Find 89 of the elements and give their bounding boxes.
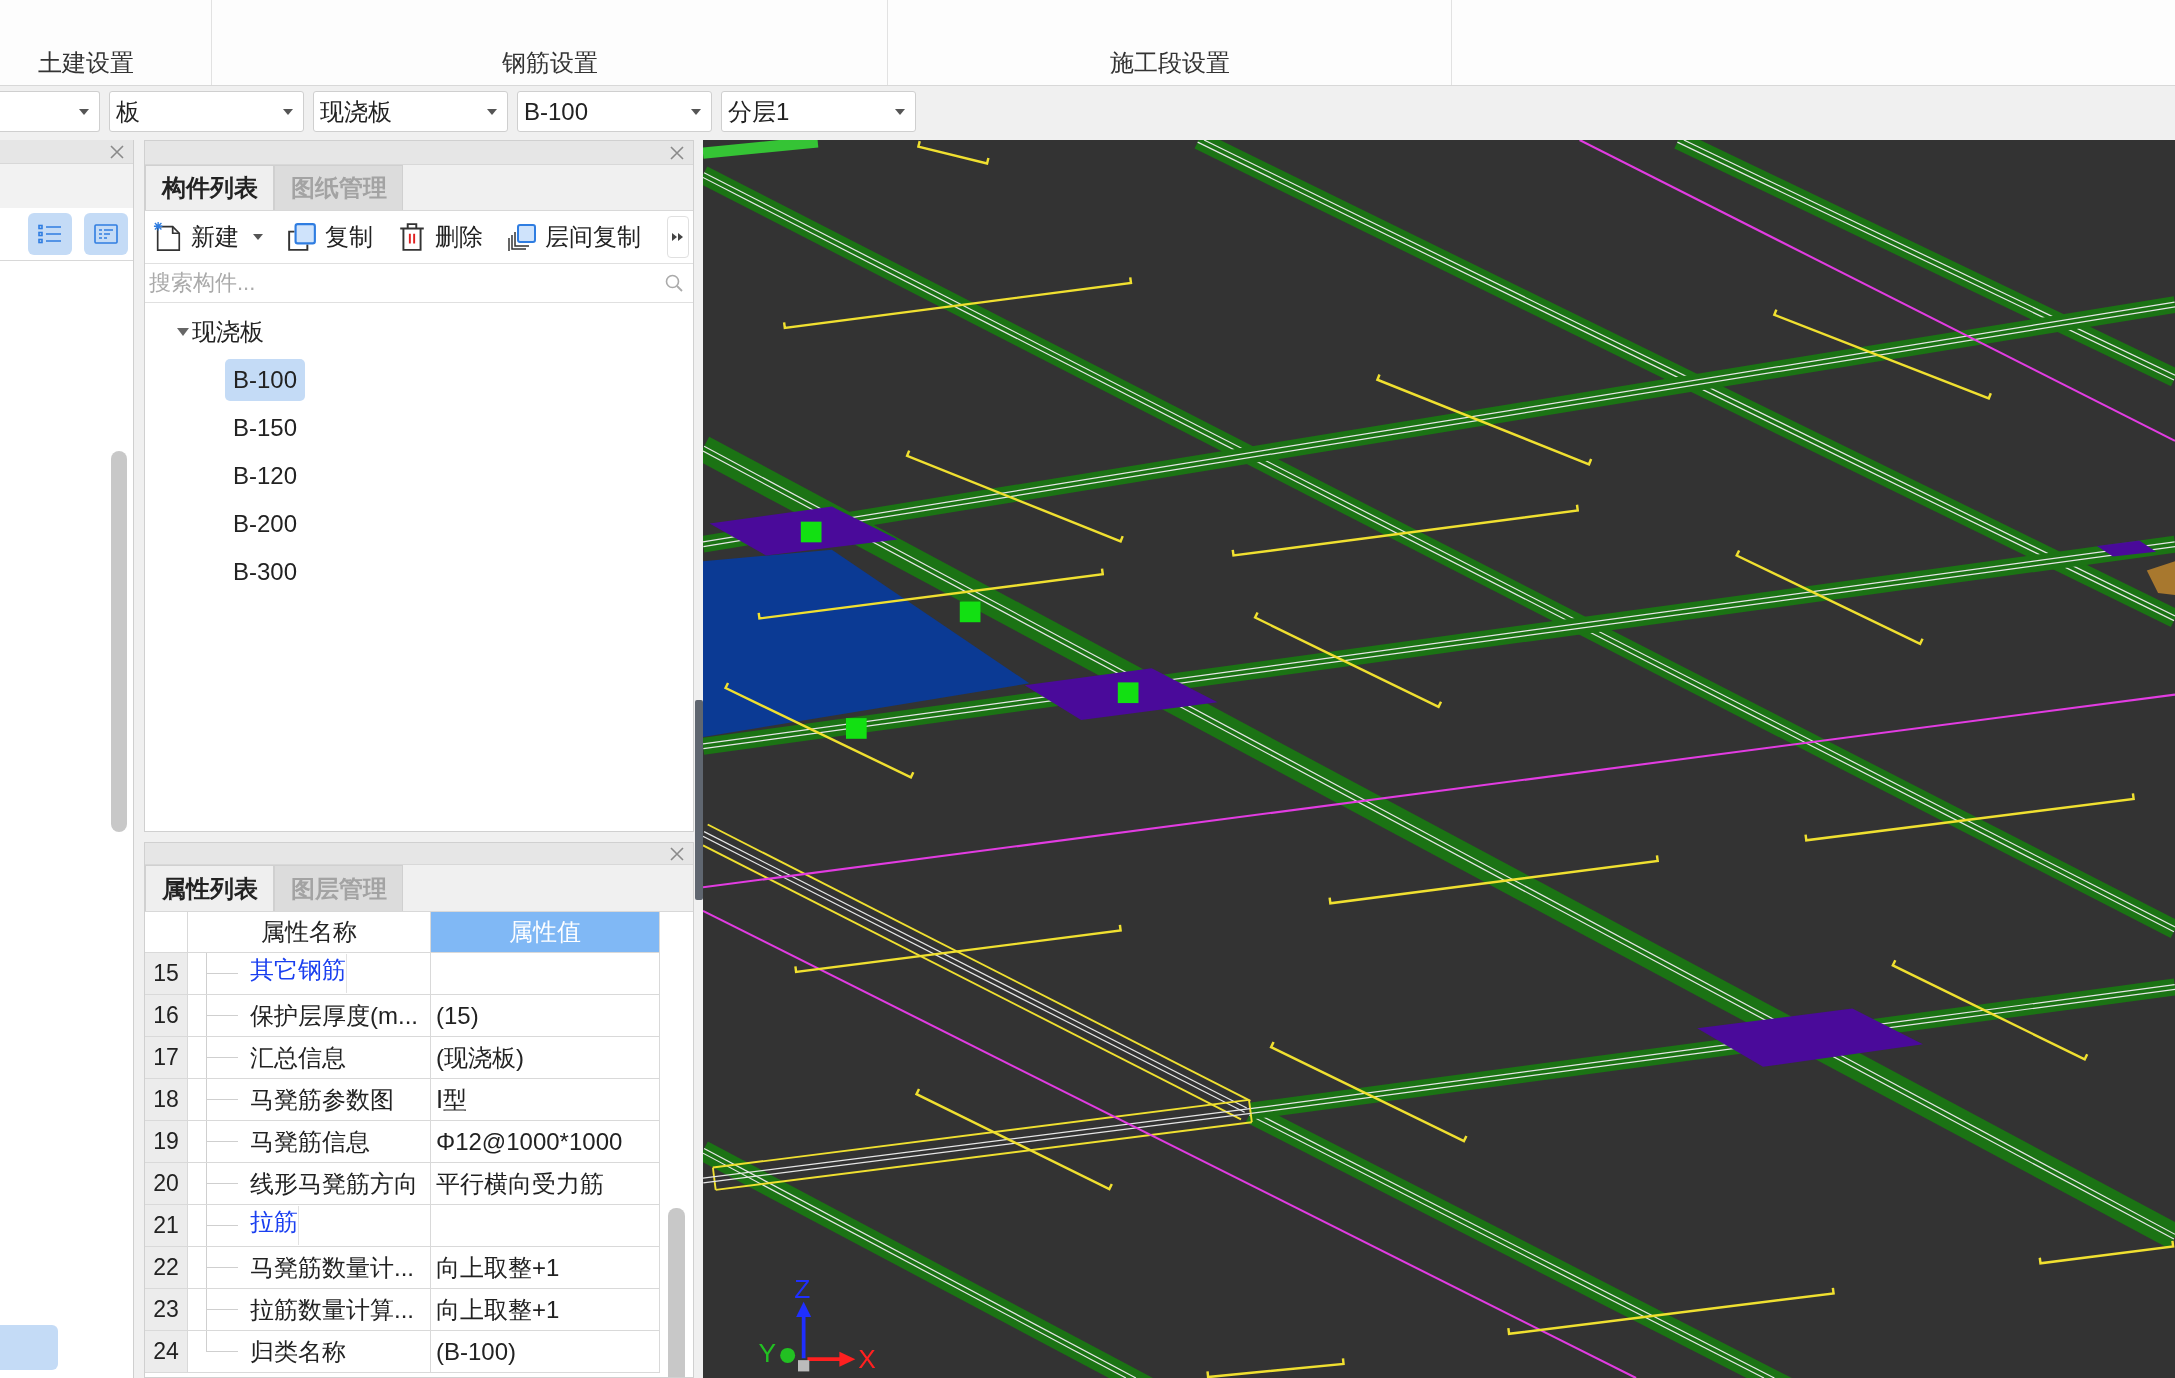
scrollbar[interactable]	[668, 1208, 685, 1377]
close-icon[interactable]	[670, 846, 684, 861]
tree-item[interactable]: B-100	[225, 359, 306, 401]
property-group-name: 其它钢筋	[250, 954, 347, 993]
column-header[interactable]: 属性名称	[188, 912, 431, 953]
copy-icon	[287, 222, 317, 252]
tree-item[interactable]: B-150	[225, 407, 306, 449]
property-name: 马凳筋数量计...	[250, 1252, 414, 1283]
panel-tab[interactable]: 构件列表	[145, 165, 274, 210]
square-grip-icon[interactable]	[845, 718, 867, 739]
row-number: 16	[145, 995, 188, 1037]
property-name: 保护层厚度(m...	[250, 1000, 418, 1031]
axis-label: Z	[794, 1274, 811, 1305]
property-value[interactable]: 平行横向受力筋	[431, 1163, 660, 1205]
property-value[interactable]	[431, 1205, 660, 1247]
property-value[interactable]: (现浇板)	[431, 1037, 660, 1079]
caret-icon	[691, 108, 701, 115]
property-name: 线形马凳筋方向	[250, 1168, 418, 1199]
scrollbar[interactable]	[111, 451, 127, 832]
tree-item[interactable]: B-300	[225, 551, 306, 593]
row-number: 21	[145, 1205, 188, 1247]
property-value[interactable]: 向上取整+1	[431, 1247, 660, 1289]
new-document-icon	[153, 222, 183, 252]
x-axis-arrow	[807, 1351, 856, 1367]
square-grip-icon[interactable]	[959, 601, 981, 623]
z-axis-arrow	[796, 1301, 812, 1359]
caret-icon	[253, 234, 263, 240]
panel-tab[interactable]: 属性列表	[145, 865, 274, 911]
property-value[interactable]: 向上取整+1	[431, 1289, 660, 1331]
row-number: 19	[145, 1121, 188, 1163]
trash-icon	[397, 222, 427, 252]
property-group-name: 拉筋	[250, 1206, 299, 1245]
property-value[interactable]: (15)	[431, 995, 660, 1037]
square-grip-icon[interactable]	[1117, 682, 1139, 704]
close-icon[interactable]	[110, 144, 124, 159]
property-name: 马凳筋参数图	[250, 1084, 394, 1115]
dropdown[interactable]: 板	[109, 91, 304, 132]
copy-button[interactable]: 复制	[287, 221, 373, 253]
y-axis-dot-icon	[780, 1347, 796, 1363]
property-name: 汇总信息	[250, 1042, 346, 1073]
property-name: 拉筋数量计算...	[250, 1294, 414, 1325]
more-tools-button[interactable]	[667, 216, 689, 258]
tree-node[interactable]: 现浇板	[192, 316, 264, 348]
joint-patch	[2146, 561, 2175, 595]
caret-icon	[487, 108, 497, 115]
ribbon-group-label: 土建设置	[37, 49, 134, 78]
row-number: 17	[145, 1037, 188, 1079]
ribbon-group-label: 施工段设置	[1109, 49, 1230, 78]
property-name: 马凳筋信息	[250, 1126, 370, 1157]
axis-label: Y	[758, 1338, 777, 1368]
3d-viewport[interactable]: Z Y X	[703, 140, 2175, 1378]
search-field[interactable]: 搜索构件...	[149, 267, 659, 299]
row-number: 22	[145, 1247, 188, 1289]
close-icon[interactable]	[670, 145, 684, 160]
row-number: 23	[145, 1289, 188, 1331]
caret-icon	[895, 108, 905, 115]
splitter-handle[interactable]	[694, 700, 703, 900]
property-value[interactable]: Ⅰ型	[431, 1079, 660, 1121]
ribbon-group-label: 钢筋设置	[501, 49, 598, 78]
detail-view-button[interactable]	[84, 213, 128, 255]
detail-list-icon	[94, 224, 118, 244]
search-icon[interactable]	[665, 274, 683, 292]
dropdown[interactable]: 分层1	[721, 91, 916, 132]
caret-icon	[283, 108, 293, 115]
tree-item[interactable]: B-120	[225, 455, 306, 497]
caret-icon[interactable]	[177, 328, 189, 336]
axis-label: X	[858, 1343, 876, 1374]
row-number: 18	[145, 1079, 188, 1121]
joint-patch	[2096, 540, 2157, 557]
row-number: 24	[145, 1331, 188, 1373]
property-value[interactable]	[431, 953, 660, 995]
floor-copy-button[interactable]: 层间复制	[507, 221, 641, 253]
delete-button[interactable]: 删除	[397, 221, 483, 253]
dropdown[interactable]: 现浇板	[313, 91, 508, 132]
tree-item[interactable]: B-200	[225, 503, 306, 545]
new-button[interactable]: 新建	[153, 221, 263, 253]
caret-icon	[79, 108, 89, 115]
row-number: 20	[145, 1163, 188, 1205]
property-value[interactable]: (B-100)	[431, 1331, 660, 1373]
row-number: 15	[145, 953, 188, 995]
property-name: 归类名称	[250, 1336, 346, 1367]
list-view-button[interactable]	[28, 213, 72, 255]
dropdown[interactable]: B-100	[517, 91, 712, 132]
origin-square-icon	[798, 1360, 810, 1372]
double-chevron-icon	[672, 232, 684, 242]
stacked-copy-icon	[507, 222, 537, 252]
dropdown[interactable]	[0, 91, 100, 132]
property-value[interactable]: Φ12@1000*1000	[431, 1121, 660, 1163]
bullet-list-icon	[38, 224, 62, 244]
